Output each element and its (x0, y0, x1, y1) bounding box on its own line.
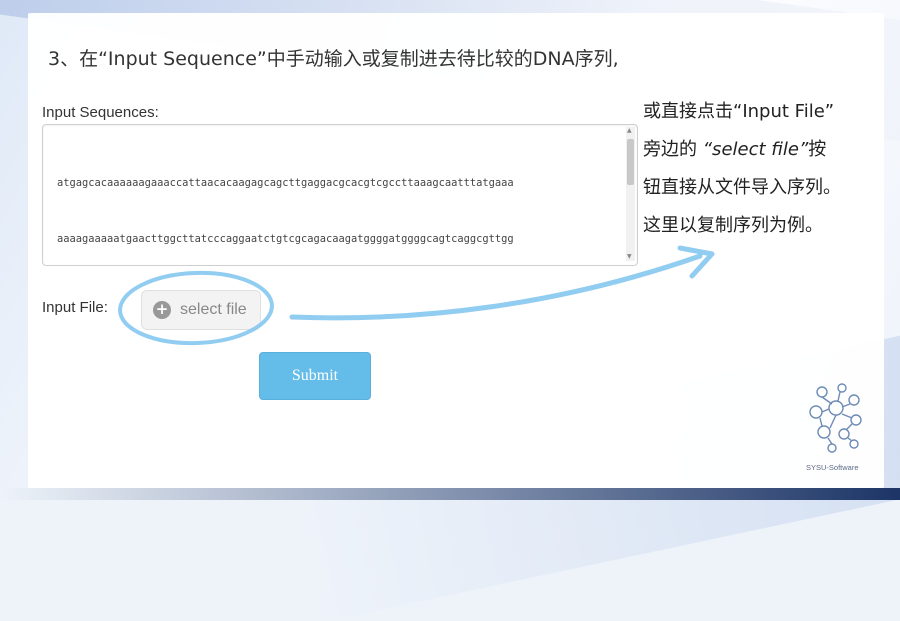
highlight-overlay (118, 245, 715, 346)
sysu-software-logo-icon (809, 383, 862, 453)
logo-caption: SYSU-Software (806, 463, 859, 472)
highlight-circle (118, 270, 274, 346)
pointer-arrow (289, 253, 703, 321)
